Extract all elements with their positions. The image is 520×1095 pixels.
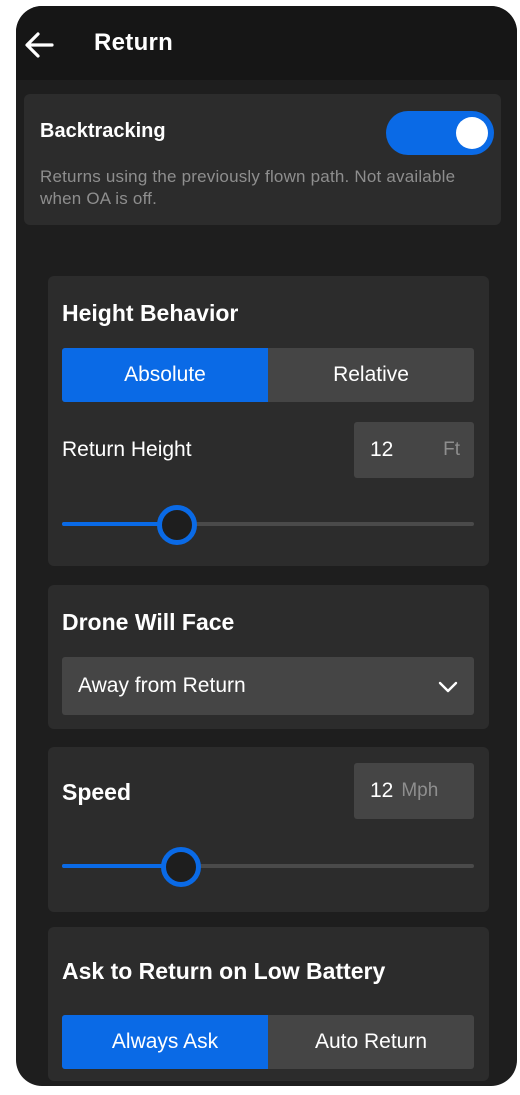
low-battery-title: Ask to Return on Low Battery — [62, 958, 386, 984]
return-settings-screen: Return Backtracking Returns using the pr… — [16, 6, 517, 1086]
return-height-label: Return Height — [62, 438, 192, 461]
slider-thumb[interactable] — [161, 847, 202, 887]
return-height-input[interactable]: 12 Ft — [354, 422, 474, 478]
height-behavior-card: Height Behavior Absolute Relative Return… — [48, 276, 489, 566]
low-battery-segmented-control: Always Ask Auto Return — [62, 1015, 474, 1069]
low-battery-card: Ask to Return on Low Battery Always Ask … — [48, 927, 489, 1081]
drone-face-dropdown[interactable]: Away from Return — [62, 657, 474, 715]
speed-card: Speed 12 Mph — [48, 747, 489, 912]
backtracking-description: Returns using the previously flown path.… — [40, 167, 456, 208]
return-height-slider[interactable] — [62, 504, 474, 545]
speed-value: 12 — [370, 779, 394, 802]
height-behavior-segmented-control: Absolute Relative — [62, 348, 474, 402]
speed-input[interactable]: 12 Mph — [354, 763, 474, 819]
backtracking-toggle[interactable] — [386, 111, 494, 155]
header-bar: Return — [16, 6, 517, 80]
backtracking-card: Backtracking Returns using the previousl… — [24, 94, 501, 225]
drone-face-selected: Away from Return — [78, 674, 246, 697]
chevron-down-icon — [438, 681, 458, 693]
toggle-knob — [456, 117, 488, 149]
return-height-unit: Ft — [443, 439, 460, 460]
height-behavior-title: Height Behavior — [62, 300, 239, 326]
backtracking-label: Backtracking — [40, 120, 166, 142]
always-ask-option[interactable]: Always Ask — [62, 1015, 268, 1069]
return-height-value: 12 — [370, 438, 394, 461]
drone-face-card: Drone Will Face Away from Return — [48, 585, 489, 729]
absolute-option[interactable]: Absolute — [62, 348, 268, 402]
speed-unit: Mph — [401, 780, 439, 801]
auto-return-option[interactable]: Auto Return — [268, 1015, 474, 1069]
drone-face-title: Drone Will Face — [62, 609, 235, 635]
relative-option[interactable]: Relative — [268, 348, 474, 402]
back-arrow-icon[interactable] — [22, 28, 56, 62]
speed-title: Speed — [62, 779, 132, 805]
page-title: Return — [94, 29, 174, 56]
slider-thumb[interactable] — [157, 505, 198, 545]
speed-slider[interactable] — [62, 846, 474, 887]
